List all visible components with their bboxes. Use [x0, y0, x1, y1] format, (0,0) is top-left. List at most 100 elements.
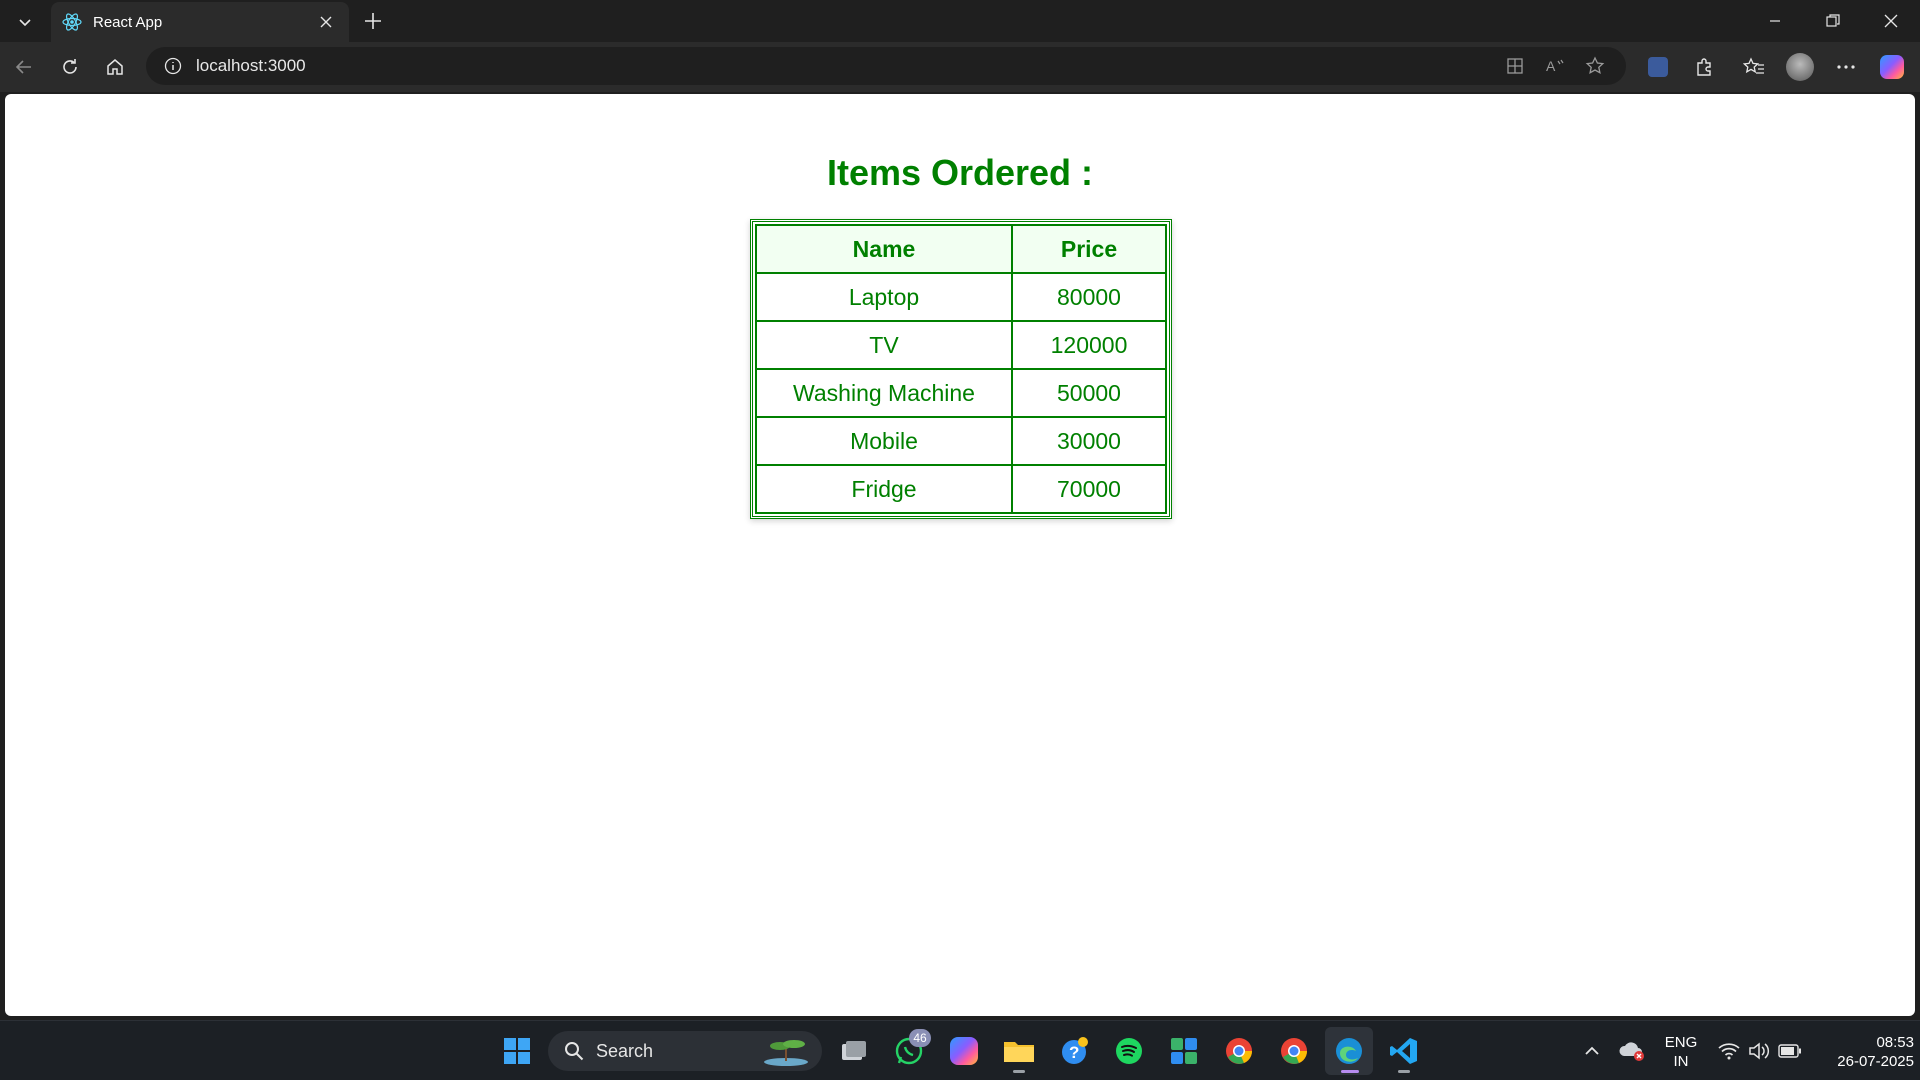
task-view-button[interactable]: [830, 1027, 878, 1075]
item-price-cell: 30000: [1011, 416, 1167, 466]
copilot-app-button[interactable]: [940, 1027, 988, 1075]
region-code: IN: [1673, 1053, 1689, 1070]
back-button[interactable]: [8, 51, 40, 83]
home-icon: [107, 59, 123, 75]
info-icon[interactable]: [162, 55, 184, 77]
browser-tab[interactable]: React App: [51, 2, 349, 42]
bonsai-tree-icon: [758, 1035, 814, 1067]
close-window-button[interactable]: [1862, 0, 1920, 42]
vscode-button[interactable]: [1380, 1027, 1428, 1075]
vscode-icon: [1390, 1038, 1417, 1064]
taskbar: Search 46 ? ENG IN 08:53 26-07-2025: [0, 1020, 1920, 1080]
chrome-button[interactable]: [1270, 1027, 1318, 1075]
taskbar-search[interactable]: Search: [548, 1031, 822, 1071]
close-tab-icon[interactable]: [315, 11, 337, 33]
edge-button[interactable]: [1325, 1027, 1373, 1075]
item-price-cell: 120000: [1011, 320, 1167, 370]
onedrive-status-button[interactable]: [1608, 1027, 1656, 1075]
plus-icon: [365, 13, 381, 29]
help-icon: ?: [1062, 1037, 1088, 1064]
clock-date: 26-07-2025: [1837, 1053, 1914, 1070]
favorites-icon: [1743, 57, 1764, 74]
item-name-cell: Washing Machine: [755, 368, 1013, 418]
task-view-icon: [842, 1041, 866, 1060]
extensions-button[interactable]: [1688, 51, 1720, 83]
search-icon: [562, 1039, 586, 1063]
home-button[interactable]: [99, 51, 131, 83]
reload-button[interactable]: [54, 51, 86, 83]
table-row: Mobile 30000: [755, 416, 1167, 466]
react-logo-icon: [61, 11, 83, 33]
running-indicator: [1398, 1070, 1410, 1073]
notification-badge: 46: [909, 1029, 931, 1047]
folder-icon: [1004, 1042, 1034, 1062]
tab-strip: React App: [0, 0, 1920, 42]
item-name-cell: TV: [755, 320, 1013, 370]
chevron-down-icon: [19, 19, 31, 27]
wifi-icon: [1718, 1043, 1740, 1060]
copilot-app-icon: [950, 1037, 978, 1065]
table-row: Fridge 70000: [755, 464, 1167, 514]
battery-icon: [1778, 1044, 1801, 1058]
more-menu-button[interactable]: [1830, 51, 1862, 83]
minimize-button[interactable]: [1746, 0, 1804, 42]
chevron-up-icon: [1585, 1046, 1599, 1055]
copilot-button[interactable]: [1876, 51, 1908, 83]
column-header-price: Price: [1011, 224, 1167, 274]
table-row: Washing Machine 50000: [755, 368, 1167, 418]
page-viewport: Items Ordered : Name Price Laptop 80000 …: [5, 94, 1915, 1016]
minimize-icon: [1770, 20, 1780, 22]
start-button[interactable]: [493, 1027, 541, 1075]
input-language-indicator[interactable]: ENG IN: [1658, 1033, 1704, 1071]
app-available-icon[interactable]: [1500, 51, 1530, 81]
search-placeholder: Search: [596, 1040, 654, 1061]
table-header-row: Name Price: [755, 224, 1167, 274]
file-explorer-button[interactable]: [995, 1027, 1043, 1075]
url-text: localhost:3000: [196, 56, 306, 75]
profile-button[interactable]: [1784, 51, 1816, 83]
item-name-cell: Fridge: [755, 464, 1013, 514]
windows-logo-icon: [504, 1038, 530, 1064]
reload-icon: [63, 59, 77, 74]
clock[interactable]: 08:53 26-07-2025: [1810, 1033, 1914, 1071]
cloud-error-icon: [1619, 1042, 1644, 1061]
new-tab-button[interactable]: [358, 6, 388, 36]
browser-toolbar: localhost:3000 A: [0, 42, 1920, 92]
read-aloud-icon[interactable]: A: [1540, 51, 1570, 81]
extension-cursor-icon: [1648, 57, 1668, 77]
page-title: Items Ordered :: [826, 152, 1094, 193]
edge-icon: [1336, 1038, 1362, 1064]
orders-table-container: Name Price Laptop 80000 TV 120000 Washin…: [750, 219, 1172, 519]
quick-settings-button[interactable]: [1712, 1027, 1808, 1075]
favorites-button[interactable]: [1738, 51, 1770, 83]
chrome-icon: [1226, 1038, 1252, 1064]
running-indicator: [1341, 1070, 1359, 1073]
spotify-icon: [1116, 1038, 1142, 1064]
whatsapp-button[interactable]: 46: [885, 1027, 933, 1075]
more-dots-icon: [1837, 65, 1855, 69]
chrome-profile-button[interactable]: [1215, 1027, 1263, 1075]
table-row: TV 120000: [755, 320, 1167, 370]
column-header-name: Name: [755, 224, 1013, 274]
clock-time: 08:53: [1876, 1034, 1914, 1051]
window-controls: [1746, 0, 1920, 42]
arrow-left-icon: [15, 60, 31, 74]
extension-button[interactable]: [1642, 51, 1674, 83]
tab-list-button[interactable]: [10, 8, 40, 36]
language-code: ENG: [1664, 1034, 1698, 1051]
restore-button[interactable]: [1804, 0, 1862, 42]
puzzle-icon: [1697, 58, 1711, 76]
app-grid-icon: [1171, 1038, 1197, 1064]
favorite-star-icon[interactable]: [1580, 51, 1610, 81]
item-name-cell: Laptop: [755, 272, 1013, 322]
get-help-button[interactable]: ?: [1050, 1027, 1098, 1075]
address-bar[interactable]: localhost:3000 A: [146, 47, 1626, 85]
item-price-cell: 80000: [1011, 272, 1167, 322]
svg-text:A: A: [1546, 58, 1556, 74]
orders-table: Name Price Laptop 80000 TV 120000 Washin…: [755, 224, 1167, 514]
volume-icon: [1749, 1042, 1770, 1060]
spotify-button[interactable]: [1105, 1027, 1153, 1075]
tab-title: React App: [93, 13, 163, 31]
widgets-app-button[interactable]: [1160, 1027, 1208, 1075]
copilot-icon: [1880, 55, 1904, 79]
